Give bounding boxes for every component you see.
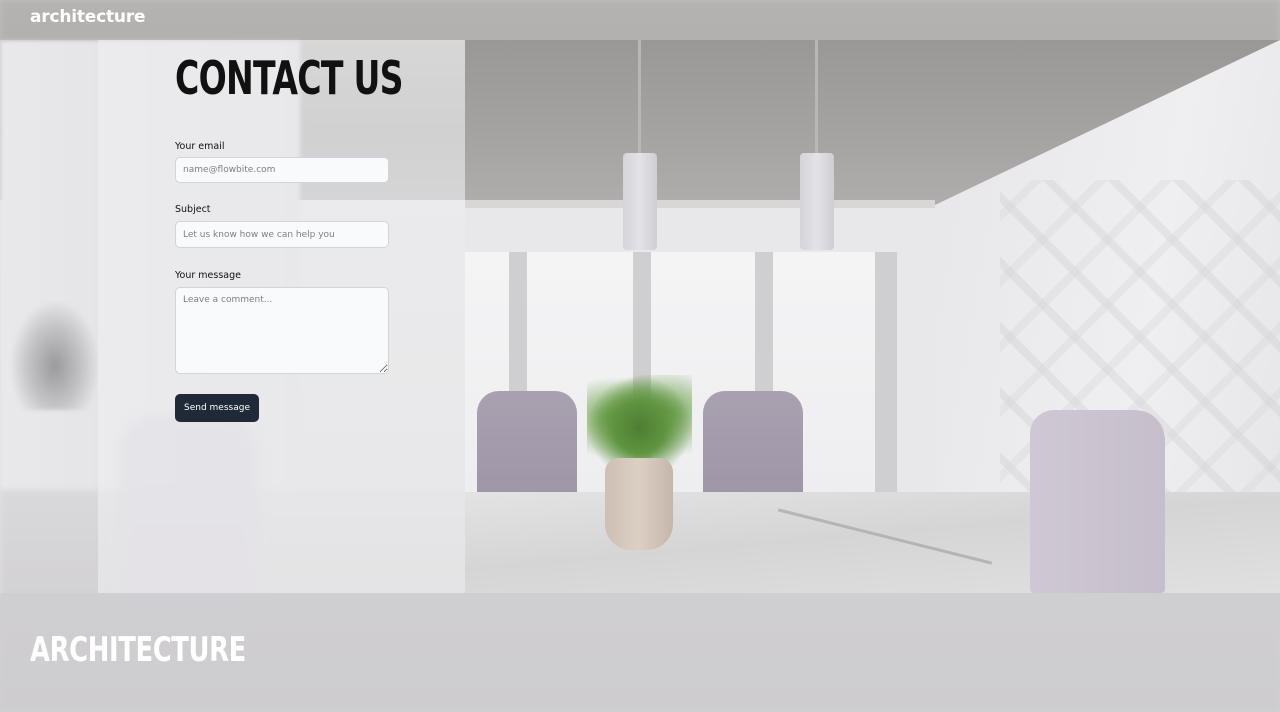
brand-logo-link[interactable]: architecture <box>30 7 146 27</box>
chair <box>1030 410 1165 593</box>
chair <box>703 391 803 493</box>
bg-snowy-tree <box>10 300 100 410</box>
lamp-rod <box>638 40 641 155</box>
message-textarea[interactable] <box>175 287 389 374</box>
photo-ceiling-edge <box>465 200 935 208</box>
chair <box>477 391 577 493</box>
top-navbar <box>0 0 1280 40</box>
footer-brand: ARCHITECTURE <box>30 630 246 670</box>
page: architecture CONTACT US Your email Subje… <box>0 0 1280 712</box>
subject-label: Subject <box>175 204 211 215</box>
message-label: Your message <box>175 270 241 281</box>
lamp-rod <box>815 40 818 155</box>
subject-field[interactable] <box>175 221 389 248</box>
pendant-lamp <box>623 153 657 250</box>
vase <box>605 458 673 550</box>
hero-photo <box>465 40 1280 593</box>
pendant-lamp <box>800 153 834 250</box>
send-message-button[interactable]: Send message <box>175 394 259 422</box>
email-label: Your email <box>175 141 225 152</box>
email-field[interactable] <box>175 157 389 183</box>
plant <box>587 375 692 470</box>
photo-window-mullion <box>875 252 897 495</box>
page-title: CONTACT US <box>175 51 404 105</box>
